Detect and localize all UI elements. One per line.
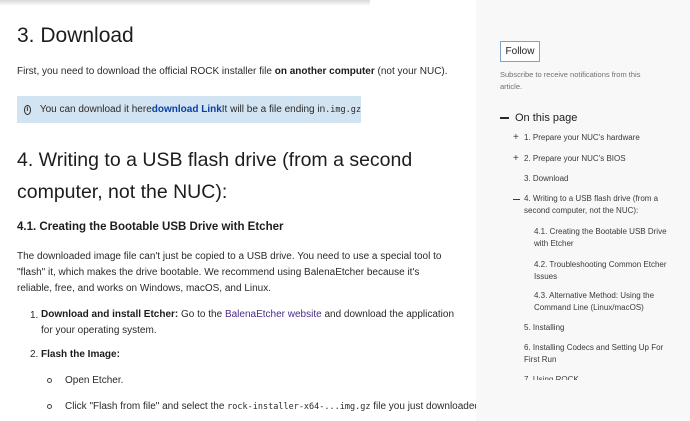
download-heading: 3. Download (17, 24, 134, 47)
download-text-after: (not your NUC). (374, 66, 448, 77)
toc-header[interactable]: On this page (500, 112, 577, 124)
note-code: .img.gz (325, 104, 361, 115)
step-1-text-before: Go to the (178, 309, 225, 320)
sidebar: Follow Subscribe to receive notification… (476, 0, 690, 421)
info-icon: i (24, 104, 31, 115)
article-main: 3. Download First, you need to download … (0, 0, 476, 421)
follow-button[interactable]: Follow (500, 41, 540, 62)
download-text-bold: on another computer (274, 66, 375, 77)
collapse-icon[interactable] (513, 199, 520, 201)
toc-item-download[interactable]: 3. Download (524, 173, 684, 185)
substep-2-code: rock-installer-x64-...img.gz (227, 402, 371, 412)
toc-item-prepare-hardware[interactable]: 1. Prepare your NUC's hardware (524, 132, 684, 144)
bullet-icon (47, 404, 52, 409)
toc-item-creating-bootable-usb[interactable]: 4.1. Creating the Bootable USB Drive wit… (534, 226, 674, 250)
bullet-icon (47, 378, 52, 383)
toc-item-troubleshooting-etcher[interactable]: 4.2. Troubleshooting Common Etcher Issue… (534, 259, 674, 283)
toc-item-using-rock[interactable]: 7. Using ROCK (524, 374, 684, 380)
intro-paragraph: The downloaded image file can't just be … (17, 251, 442, 294)
step-number-1: 1. (30, 310, 39, 321)
balenaetcher-website-link[interactable]: BalenaEtcher website (225, 309, 322, 320)
substep-flash-from-file: Click "Flash from file" and select the r… (65, 401, 476, 412)
toc-title: On this page (515, 112, 578, 124)
substep-open-etcher: Open Etcher. (65, 375, 124, 386)
info-note: i You can download it here download Link… (17, 96, 361, 123)
download-paragraph: First, you need to download the official… (17, 66, 448, 77)
step-2-bold: Flash the Image: (41, 349, 120, 360)
collapse-icon (500, 117, 509, 119)
toc-item-installing[interactable]: 5. Installing (524, 322, 684, 334)
toc-item-writing-usb[interactable]: 4. Writing to a USB flash drive (from a … (524, 193, 674, 217)
note-text-middle: It will be a file ending in (221, 104, 326, 115)
step-1: Download and install Etcher: Go to the B… (41, 307, 461, 339)
expand-icon[interactable]: + (513, 154, 519, 164)
substep-2-text-after: file you just downloaded. (370, 401, 476, 412)
substep-2-text-before: Click "Flash from file" and select the (65, 401, 228, 412)
toc-item-alternative-command-line[interactable]: 4.3. Alternative Method: Using the Comma… (534, 290, 674, 314)
download-text-before: First, you need to download the official… (17, 66, 275, 77)
expand-icon[interactable]: + (513, 133, 519, 143)
toc-item-prepare-bios[interactable]: 2. Prepare your NUC's BIOS (524, 153, 684, 165)
note-text-before: You can download it here (39, 104, 152, 115)
step-1-bold: Download and install Etcher: (41, 309, 179, 320)
etcher-subheading: 4.1. Creating the Bootable USB Drive wit… (17, 221, 284, 233)
download-link[interactable]: download Link (152, 104, 222, 115)
toc-item-installing-codecs[interactable]: 6. Installing Codecs and Setting Up For … (524, 342, 664, 366)
top-shadow (0, 0, 370, 6)
step-number-2: 2. (30, 349, 39, 360)
usb-heading: 4. Writing to a USB flash drive (from a … (17, 149, 413, 203)
subscribe-text: Subscribe to receive notifications from … (500, 70, 641, 91)
